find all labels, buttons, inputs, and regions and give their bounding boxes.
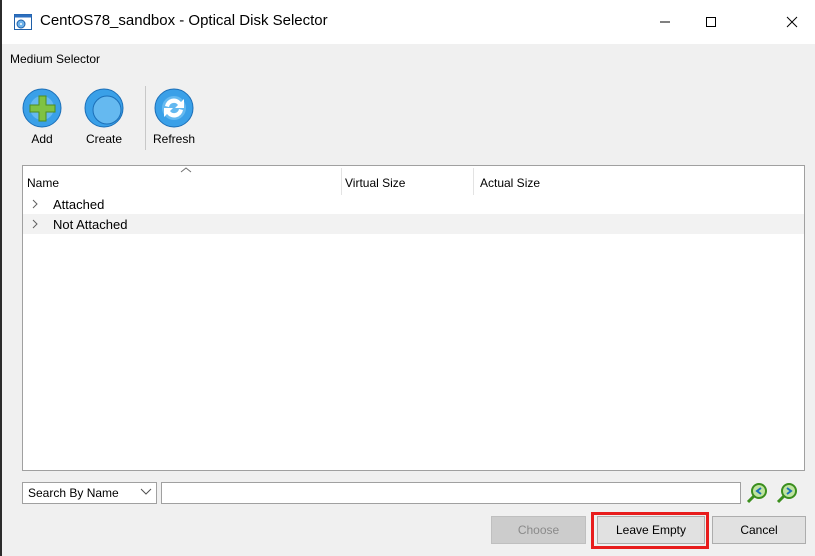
tree-row-label: Attached [53, 197, 105, 212]
column-header-actual-size[interactable]: Actual Size [480, 176, 540, 190]
search-input[interactable] [161, 482, 741, 504]
search-next-button[interactable] [776, 482, 798, 504]
add-disk-icon [22, 88, 62, 128]
search-mode-select[interactable]: Search By Name [22, 482, 157, 504]
chevron-down-icon [140, 488, 152, 495]
column-divider[interactable] [473, 168, 474, 195]
sort-ascending-icon [180, 167, 192, 173]
column-header-name[interactable]: Name [27, 176, 59, 190]
search-previous-icon [746, 483, 767, 504]
toolbar-separator [145, 86, 146, 150]
close-button[interactable] [769, 0, 815, 44]
left-window-edge [0, 0, 2, 556]
window-title: CentOS78_sandbox - Optical Disk Selector [40, 12, 328, 29]
create-label: Create [85, 132, 123, 146]
tree-row-attached[interactable]: Attached [23, 194, 804, 214]
title-bar: CentOS78_sandbox - Optical Disk Selector [2, 0, 815, 44]
search-previous-button[interactable] [746, 482, 768, 504]
tree-header: Name Virtual Size Actual Size [23, 166, 804, 196]
chevron-right-icon[interactable] [31, 218, 39, 230]
medium-selector-label: Medium Selector [10, 52, 101, 66]
minimize-button[interactable] [642, 0, 688, 44]
optical-disk-app-icon [14, 14, 32, 30]
column-divider[interactable] [341, 168, 342, 195]
search-next-icon [776, 483, 797, 504]
tree-row-label: Not Attached [53, 217, 128, 232]
refresh-button[interactable]: Refresh [149, 88, 199, 146]
search-mode-value: Search By Name [28, 486, 119, 500]
maximize-button[interactable] [688, 0, 734, 44]
refresh-label: Refresh [152, 132, 196, 146]
highlight-box [591, 512, 709, 549]
choose-button[interactable]: Choose [491, 516, 586, 544]
create-button[interactable]: Create [79, 88, 129, 146]
add-label: Add [31, 132, 53, 146]
create-disk-icon [84, 88, 124, 128]
tree-row-not-attached[interactable]: Not Attached [23, 214, 804, 234]
cancel-button[interactable]: Cancel [712, 516, 806, 544]
medium-tree[interactable]: Name Virtual Size Actual Size Attached N… [22, 165, 805, 471]
chevron-right-icon[interactable] [31, 198, 39, 210]
column-header-virtual-size[interactable]: Virtual Size [345, 176, 405, 190]
refresh-icon [154, 88, 194, 128]
add-button[interactable]: Add [17, 88, 67, 146]
